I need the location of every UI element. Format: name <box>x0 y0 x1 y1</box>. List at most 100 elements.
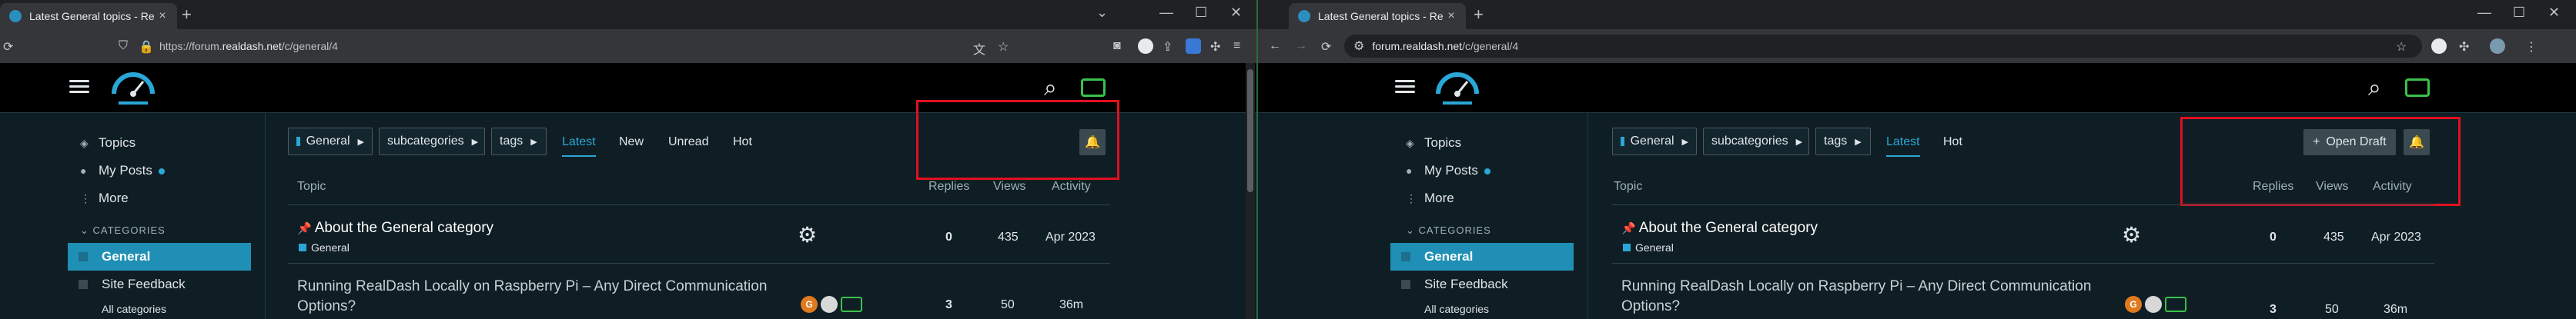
avatar[interactable] <box>841 297 862 312</box>
tab-close-icon[interactable]: × <box>154 9 171 23</box>
tab-close-icon[interactable]: × <box>1443 9 1460 23</box>
tags-dropdown[interactable]: tags ▶ <box>491 128 547 155</box>
address-bar[interactable]: ⚙ forum.realdash.net/c/general/4 <box>1344 35 2422 58</box>
back-icon[interactable]: ← <box>1269 39 1281 53</box>
activity-date[interactable]: Apr 2023 <box>1045 231 1096 244</box>
gear-icon[interactable]: ⚙ <box>798 222 817 248</box>
column-views[interactable]: Views <box>993 180 1025 194</box>
column-activity[interactable]: Activity <box>2373 180 2412 194</box>
tab-latest[interactable]: Latest <box>562 135 596 157</box>
activity-date[interactable]: Apr 2023 <box>2371 231 2421 244</box>
topic-title-link[interactable]: Running RealDash Locally on Raspberry Pi… <box>297 277 790 317</box>
extension-blue-icon[interactable] <box>1186 38 1201 54</box>
column-topic[interactable]: Topic <box>297 180 326 194</box>
menu-icon[interactable]: ⋮ <box>2525 39 2538 55</box>
tab-latest[interactable]: Latest <box>1886 135 1920 157</box>
avatar[interactable]: G <box>2125 296 2142 313</box>
search-icon[interactable]: ⌕ <box>2368 75 2381 101</box>
shield-icon[interactable]: ⛉ <box>119 39 128 53</box>
close-window-button[interactable]: ✕ <box>1230 5 1242 21</box>
sidebar-category-site-feedback[interactable]: Site Feedback <box>68 277 186 292</box>
browser-tab[interactable]: Latest General topics - RealDash × <box>1289 3 1466 29</box>
hamburger-menu-icon[interactable] <box>1395 77 1415 97</box>
sidebar-item-more[interactable]: ⋮ More <box>80 191 129 206</box>
maximize-button[interactable]: ☐ <box>2513 5 2525 21</box>
categories-header[interactable]: ⌄ CATEGORIES <box>80 224 166 237</box>
sidebar-category-site-feedback[interactable]: Site Feedback <box>1390 277 1508 292</box>
reload-icon[interactable]: ⟳ <box>1321 39 1331 55</box>
extensions-puzzle-icon[interactable]: ✣ <box>1210 39 1220 55</box>
bookmark-star-icon[interactable]: ☆ <box>998 39 1009 55</box>
new-tab-button[interactable]: + <box>182 5 192 25</box>
sidebar-all-categories[interactable]: All categories <box>68 303 166 315</box>
tags-dropdown[interactable]: tags ▶ <box>1815 128 1871 155</box>
page-scrollbar[interactable] <box>1246 63 1255 319</box>
topic-category-badge[interactable]: General <box>299 241 350 254</box>
topic-title-link[interactable]: 📌 About the General category <box>1621 220 1818 237</box>
gear-icon[interactable]: ⚙ <box>2122 222 2141 248</box>
pocket-icon[interactable]: ◙ <box>1113 39 1121 53</box>
categories-header[interactable]: ⌄ CATEGORIES <box>1406 224 1491 237</box>
sidebar-item-topics[interactable]: ◈ Topics <box>1406 135 1461 151</box>
share-icon[interactable]: ⇪ <box>1163 39 1173 55</box>
topic-category-badge[interactable]: General <box>1623 241 1674 254</box>
sidebar-item-topics[interactable]: ◈ Topics <box>80 135 135 151</box>
column-views[interactable]: Views <box>2316 180 2348 194</box>
scrollbar-thumb[interactable] <box>1247 69 1253 192</box>
realdash-favicon-icon <box>9 10 22 22</box>
browser-tab[interactable]: Latest General topics - RealDash × <box>0 3 177 29</box>
avatar[interactable] <box>2165 297 2186 312</box>
translate-icon[interactable]: 文 <box>973 39 985 58</box>
site-info-icon[interactable]: ⚙ <box>1353 38 1364 54</box>
reload-icon[interactable]: ⟳ <box>3 39 13 55</box>
sidebar-item-more[interactable]: ⋮ More <box>1406 191 1454 206</box>
avatar[interactable]: G <box>801 296 818 313</box>
tab-hot[interactable]: Hot <box>1943 135 1962 149</box>
sidebar-item-my-posts[interactable]: ● My Posts <box>1406 163 1490 178</box>
category-dropdown[interactable]: General ▶ <box>1612 128 1697 155</box>
extensions-puzzle-icon[interactable]: ✣ <box>2459 39 2469 55</box>
forward-icon[interactable]: → <box>1295 39 1307 53</box>
search-icon[interactable]: ⌕ <box>1044 75 1057 101</box>
menu-icon[interactable]: ≡ <box>1233 39 1240 53</box>
maximize-button[interactable]: ☐ <box>1195 5 1207 21</box>
minimize-button[interactable]: — <box>2477 5 2491 21</box>
user-avatar-icon[interactable] <box>2405 78 2430 97</box>
tab-list-chevron-icon[interactable]: ⌄ <box>1096 5 1108 21</box>
avatar[interactable] <box>821 296 838 313</box>
topic-title-link[interactable]: Running RealDash Locally on Raspberry Pi… <box>1621 277 2114 317</box>
user-avatar-icon[interactable] <box>1081 78 1106 97</box>
activity-date[interactable]: 36m <box>2384 303 2407 317</box>
subcategories-dropdown[interactable]: subcategories ▶ <box>379 128 485 155</box>
subcategories-dropdown[interactable]: subcategories ▶ <box>1703 128 1809 155</box>
minimize-button[interactable]: — <box>1159 5 1173 21</box>
address-bar[interactable]: https://forum.realdash.net/c/general/4 <box>158 35 966 58</box>
hamburger-menu-icon[interactable] <box>69 77 89 97</box>
realdash-logo-icon[interactable] <box>106 68 160 108</box>
realdash-logo-icon[interactable] <box>1430 68 1484 108</box>
close-window-button[interactable]: ✕ <box>2548 5 2560 21</box>
lock-icon[interactable]: 🔒 <box>139 39 154 55</box>
tab-hot[interactable]: Hot <box>733 135 752 149</box>
activity-date[interactable]: 36m <box>1059 298 1083 312</box>
sidebar-category-general[interactable]: General <box>1390 243 1574 271</box>
tab-unread[interactable]: Unread <box>668 135 708 149</box>
extension-icon[interactable] <box>1138 38 1153 54</box>
column-replies[interactable]: Replies <box>928 180 969 194</box>
unread-dot-icon <box>158 168 165 174</box>
new-tab-button[interactable]: + <box>1474 5 1484 25</box>
tab-new[interactable]: New <box>619 135 644 149</box>
bookmark-star-icon[interactable]: ☆ <box>2396 39 2407 55</box>
category-dropdown[interactable]: General ▶ <box>288 128 373 155</box>
replies-count: 0 <box>2270 231 2277 244</box>
extension-icon[interactable] <box>2431 38 2447 54</box>
column-replies[interactable]: Replies <box>2253 180 2293 194</box>
topic-title-link[interactable]: 📌 About the General category <box>297 220 493 237</box>
sidebar-all-categories[interactable]: All categories <box>1390 303 1489 315</box>
column-activity[interactable]: Activity <box>1052 180 1091 194</box>
avatar[interactable] <box>2145 296 2162 313</box>
sidebar-category-general[interactable]: General <box>68 243 251 271</box>
profile-avatar-icon[interactable] <box>2490 38 2505 54</box>
column-topic[interactable]: Topic <box>1614 180 1642 194</box>
sidebar-item-my-posts[interactable]: ● My Posts <box>80 163 165 178</box>
